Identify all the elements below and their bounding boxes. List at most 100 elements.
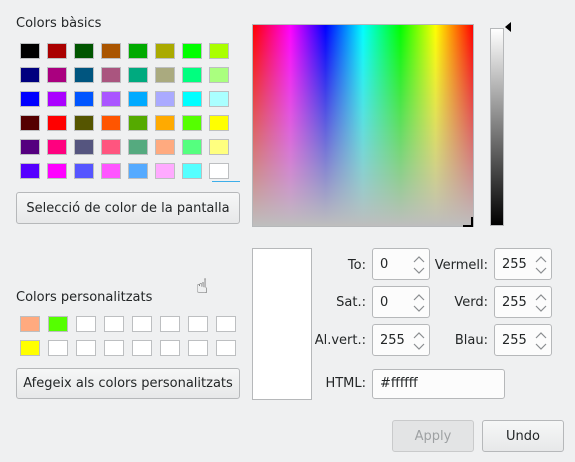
basic-color-swatch[interactable] [101, 43, 121, 59]
basic-color-swatch[interactable] [182, 91, 202, 107]
custom-color-swatch[interactable] [216, 316, 236, 332]
spin-up-icon[interactable] [413, 330, 425, 340]
basic-color-swatch[interactable] [20, 91, 40, 107]
custom-color-swatch[interactable] [160, 340, 180, 356]
basic-color-swatch[interactable] [209, 91, 229, 107]
basic-color-swatch[interactable] [74, 43, 94, 59]
html-input[interactable]: #ffffff [372, 369, 505, 399]
basic-color-swatch[interactable] [74, 139, 94, 155]
basic-color-swatch[interactable] [209, 163, 229, 179]
val-spinbox[interactable]: 255 [372, 324, 430, 356]
basic-color-swatch[interactable] [101, 115, 121, 131]
spin-down-icon[interactable] [535, 266, 547, 276]
custom-color-swatch[interactable] [160, 316, 180, 332]
basic-color-swatch[interactable] [155, 43, 175, 59]
undo-button[interactable]: Undo [482, 420, 564, 452]
custom-color-swatch[interactable] [20, 316, 40, 332]
custom-color-swatch[interactable] [48, 316, 68, 332]
html-label: HTML: [325, 376, 366, 391]
green-label: Verd: [454, 295, 488, 310]
basic-color-swatch[interactable] [155, 139, 175, 155]
spin-down-icon[interactable] [413, 266, 425, 276]
custom-color-swatch[interactable] [48, 340, 68, 356]
red-spinbox[interactable]: 255 [494, 248, 552, 280]
basic-color-swatch[interactable] [182, 67, 202, 83]
basic-color-swatch[interactable] [47, 139, 67, 155]
basic-color-swatch[interactable] [47, 67, 67, 83]
basic-colors-title: Colors bàsics [16, 16, 102, 31]
apply-button[interactable]: Apply [392, 420, 474, 452]
sat-spinbox[interactable]: 0 [372, 286, 430, 318]
basic-color-swatch[interactable] [20, 43, 40, 59]
custom-color-swatch[interactable] [216, 340, 236, 356]
basic-color-swatch[interactable] [20, 115, 40, 131]
basic-color-swatch[interactable] [128, 67, 148, 83]
green-spinbox[interactable]: 255 [494, 286, 552, 318]
luminance-slider[interactable] [490, 28, 504, 226]
custom-color-swatch[interactable] [188, 316, 208, 332]
basic-color-swatch[interactable] [101, 163, 121, 179]
basic-color-swatch[interactable] [101, 139, 121, 155]
basic-color-swatch[interactable] [128, 43, 148, 59]
basic-color-swatch[interactable] [209, 115, 229, 131]
basic-color-swatch[interactable] [182, 139, 202, 155]
spin-up-icon[interactable] [535, 292, 547, 302]
blue-spinbox[interactable]: 255 [494, 324, 552, 356]
basic-color-swatch[interactable] [20, 67, 40, 83]
add-custom-colors-button[interactable]: Afegeix als colors personalitzats [16, 368, 240, 399]
basic-color-swatch[interactable] [20, 139, 40, 155]
basic-color-swatch[interactable] [128, 163, 148, 179]
hue-spinbox[interactable]: 0 [372, 248, 430, 280]
basic-color-swatch[interactable] [155, 115, 175, 131]
custom-color-swatch[interactable] [132, 340, 152, 356]
spin-up-icon[interactable] [535, 330, 547, 340]
basic-color-swatch[interactable] [47, 163, 67, 179]
basic-color-swatch[interactable] [128, 91, 148, 107]
basic-color-swatch[interactable] [155, 67, 175, 83]
pick-screen-color-button[interactable]: Selecció de color de la pantalla [16, 192, 240, 224]
basic-color-swatch[interactable] [101, 91, 121, 107]
spin-down-icon[interactable] [413, 304, 425, 314]
basic-color-swatch[interactable] [47, 115, 67, 131]
custom-color-swatch[interactable] [76, 316, 96, 332]
basic-color-swatch[interactable] [182, 163, 202, 179]
basic-color-swatch[interactable] [128, 115, 148, 131]
spin-down-icon[interactable] [535, 304, 547, 314]
custom-colors-title: Colors personalitzats [16, 290, 153, 305]
spin-up-icon[interactable] [413, 254, 425, 264]
custom-color-swatch[interactable] [132, 316, 152, 332]
html-value: #ffffff [380, 376, 418, 391]
custom-color-swatch[interactable] [188, 340, 208, 356]
basic-color-swatch[interactable] [101, 67, 121, 83]
basic-color-swatch[interactable] [74, 67, 94, 83]
basic-color-swatch[interactable] [155, 91, 175, 107]
basic-color-swatch[interactable] [47, 91, 67, 107]
spin-down-icon[interactable] [535, 342, 547, 352]
sat-value: 0 [380, 295, 389, 310]
basic-color-swatch[interactable] [74, 115, 94, 131]
spin-up-icon[interactable] [535, 254, 547, 264]
basic-color-swatch[interactable] [74, 163, 94, 179]
basic-color-swatch[interactable] [128, 139, 148, 155]
custom-color-swatch[interactable] [20, 340, 40, 356]
basic-color-swatch[interactable] [209, 139, 229, 155]
spin-down-icon[interactable] [413, 342, 425, 352]
color-spectrum[interactable] [252, 24, 474, 227]
custom-color-swatch[interactable] [104, 316, 124, 332]
val-value: 255 [380, 333, 405, 348]
basic-color-swatch[interactable] [47, 43, 67, 59]
custom-color-swatch[interactable] [76, 340, 96, 356]
basic-color-swatch[interactable] [209, 43, 229, 59]
basic-color-swatch[interactable] [74, 91, 94, 107]
basic-color-swatch[interactable] [182, 43, 202, 59]
spectrum-cursor [463, 217, 473, 227]
basic-color-swatch[interactable] [182, 115, 202, 131]
basic-color-swatch[interactable] [20, 163, 40, 179]
luminance-arrow-icon[interactable] [505, 22, 511, 32]
basic-color-swatch[interactable] [155, 163, 175, 179]
color-preview [252, 248, 312, 400]
selection-underline [212, 181, 240, 182]
custom-color-swatch[interactable] [104, 340, 124, 356]
basic-color-swatch[interactable] [209, 67, 229, 83]
spin-up-icon[interactable] [413, 292, 425, 302]
